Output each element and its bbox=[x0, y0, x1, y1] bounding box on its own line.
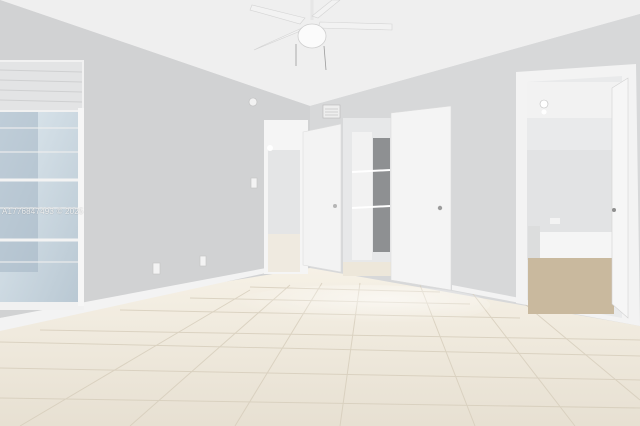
wall-outlet bbox=[152, 262, 161, 275]
thermostat bbox=[248, 97, 258, 107]
wall-outlet-2 bbox=[199, 255, 207, 267]
bathroom-door-knob bbox=[612, 208, 616, 212]
watermark: A1776847493 © 2025 bbox=[2, 207, 84, 216]
air-vent bbox=[322, 104, 341, 119]
hallway-doorway bbox=[264, 120, 308, 274]
closet-interior bbox=[343, 118, 393, 276]
door-knob-left bbox=[333, 204, 337, 208]
room-scene bbox=[0, 0, 640, 426]
fan-light bbox=[297, 23, 327, 49]
window bbox=[0, 60, 84, 310]
bathroom-door bbox=[611, 77, 629, 319]
bathtub bbox=[540, 232, 612, 258]
toilet bbox=[528, 226, 540, 260]
vanity-light bbox=[539, 99, 549, 109]
light-switch bbox=[250, 177, 258, 189]
door-knob-right bbox=[437, 205, 443, 211]
closet-door-right bbox=[390, 105, 452, 291]
window-blind bbox=[0, 62, 82, 110]
closet-door-left bbox=[302, 123, 342, 273]
